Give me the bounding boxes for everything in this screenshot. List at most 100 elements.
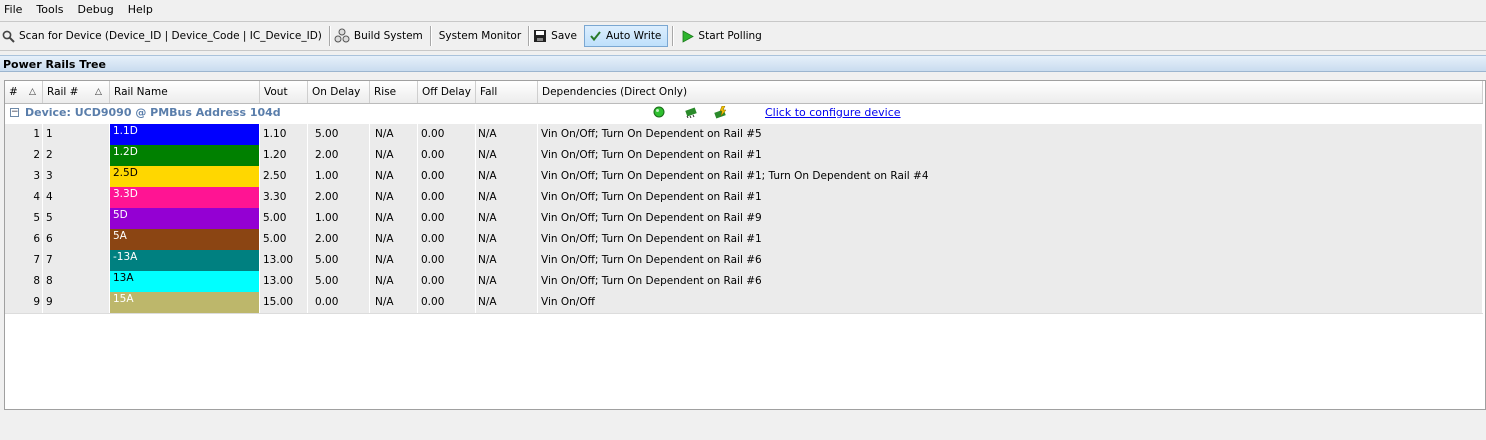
- table-row[interactable]: 3 3 2.5D 2.50 1.00 N/A 0.00 N/A Vin On/Off; Turn…: [5, 166, 1483, 188]
- rail-number-cell: 5: [43, 208, 110, 229]
- rise-cell: N/A: [370, 166, 418, 187]
- vout-cell: 15.00: [260, 292, 308, 313]
- vout-cell: 1.20: [260, 145, 308, 166]
- rail-name-cell[interactable]: 5A: [110, 229, 260, 250]
- fall-cell: N/A: [476, 292, 538, 313]
- scan-device-button[interactable]: Scan for Device (Device_ID | Device_Code…: [0, 25, 327, 47]
- table-row[interactable]: 1 1 1.1D 1.10 5.00 N/A 0.00 N/A Vin On/Off; Turn…: [5, 124, 1483, 146]
- row-number-cell: 7: [23, 250, 43, 271]
- toolbar-separator-line: [0, 50, 1486, 51]
- table-row[interactable]: 6 6 5A 5.00 2.00 N/A 0.00 N/A Vin On/Off; Turn O…: [5, 229, 1483, 251]
- row-number-cell: 5: [23, 208, 43, 229]
- status-green-icon[interactable]: [653, 106, 665, 118]
- system-monitor-label: System Monitor: [438, 30, 522, 42]
- menu-help[interactable]: Help: [124, 0, 159, 20]
- auto-write-label: Auto Write: [605, 30, 662, 42]
- rise-cell: N/A: [370, 292, 418, 313]
- off-delay-cell: 0.00: [418, 271, 476, 292]
- rail-name-cell[interactable]: 5D: [110, 208, 260, 229]
- header-rise[interactable]: Rise: [370, 81, 418, 103]
- table-row[interactable]: 2 2 1.2D 1.20 2.00 N/A 0.00 N/A Vin On/Off; Turn…: [5, 145, 1483, 167]
- on-delay-cell: 5.00: [308, 271, 370, 292]
- rail-number-cell: 6: [43, 229, 110, 250]
- header-rail-number[interactable]: Rail # △: [43, 81, 110, 103]
- on-delay-cell: 1.00: [308, 208, 370, 229]
- rail-name-cell[interactable]: 1.1D: [110, 124, 260, 145]
- rail-name-cell[interactable]: 15A: [110, 292, 260, 313]
- row-number-cell: 8: [23, 271, 43, 292]
- power-rails-grid: # △ Rail # △ Rail Name Vout On Delay Ris…: [4, 80, 1486, 410]
- rail-name-cell[interactable]: 3.3D: [110, 187, 260, 208]
- toolbar-separator: [528, 26, 530, 46]
- scan-device-label: Scan for Device (Device_ID | Device_Code…: [19, 30, 322, 42]
- rise-cell: N/A: [370, 229, 418, 250]
- header-dependencies[interactable]: Dependencies (Direct Only): [538, 81, 1483, 103]
- device-group-label: Device: UCD9090 @ PMBus Address 104d: [25, 106, 281, 119]
- header-fall[interactable]: Fall: [476, 81, 538, 103]
- sort-ascending-icon: △: [95, 87, 102, 97]
- off-delay-cell: 0.00: [418, 292, 476, 313]
- rise-cell: N/A: [370, 145, 418, 166]
- fall-cell: N/A: [476, 250, 538, 271]
- table-row[interactable]: 5 5 5D 5.00 1.00 N/A 0.00 N/A Vin On/Off; Turn O…: [5, 208, 1483, 230]
- fall-cell: N/A: [476, 208, 538, 229]
- table-row[interactable]: 7 7 -13A 13.00 5.00 N/A 0.00 N/A Vin On/Off; Tur…: [5, 250, 1483, 272]
- collapse-icon[interactable]: −: [10, 108, 19, 117]
- configure-device-link[interactable]: Click to configure device: [765, 106, 901, 119]
- vout-cell: 13.00: [260, 271, 308, 292]
- table-row[interactable]: 4 4 3.3D 3.30 2.00 N/A 0.00 N/A Vin On/Off; Turn…: [5, 187, 1483, 209]
- rail-name-cell[interactable]: -13A: [110, 250, 260, 271]
- chip-icon[interactable]: [684, 106, 698, 118]
- fall-cell: N/A: [476, 166, 538, 187]
- start-polling-button[interactable]: Start Polling: [675, 25, 766, 47]
- dependencies-cell: Vin On/Off; Turn On Dependent on Rail #6: [538, 250, 1483, 271]
- off-delay-cell: 0.00: [418, 208, 476, 229]
- off-delay-cell: 0.00: [418, 124, 476, 145]
- grid-header: # △ Rail # △ Rail Name Vout On Delay Ris…: [5, 81, 1483, 104]
- menu-file[interactable]: File: [0, 0, 28, 20]
- dependencies-cell: Vin On/Off; Turn On Dependent on Rail #1…: [538, 166, 1483, 187]
- save-button[interactable]: Save: [531, 25, 582, 47]
- header-rail-name[interactable]: Rail Name: [110, 81, 260, 103]
- build-system-icon: [334, 28, 350, 43]
- menu-tools[interactable]: Tools: [32, 0, 69, 20]
- build-system-button[interactable]: Build System: [332, 25, 428, 47]
- table-row[interactable]: 9 9 15A 15.00 0.00 N/A 0.00 N/A Vin On/Off: [5, 292, 1483, 314]
- dependencies-cell: Vin On/Off; Turn On Dependent on Rail #1: [538, 187, 1483, 208]
- rail-number-cell: 3: [43, 166, 110, 187]
- fall-cell: N/A: [476, 124, 538, 145]
- system-monitor-button[interactable]: System Monitor: [433, 25, 526, 47]
- fall-cell: N/A: [476, 145, 538, 166]
- auto-write-toggle[interactable]: Auto Write: [583, 25, 669, 47]
- sort-ascending-icon: △: [29, 87, 36, 97]
- rise-cell: N/A: [370, 124, 418, 145]
- dependencies-cell: Vin On/Off; Turn On Dependent on Rail #1: [538, 145, 1483, 166]
- start-polling-label: Start Polling: [698, 30, 762, 42]
- rail-number-cell: 4: [43, 187, 110, 208]
- header-on-delay[interactable]: On Delay: [308, 81, 370, 103]
- row-number-cell: 9: [23, 292, 43, 313]
- device-group-row[interactable]: − Device: UCD9090 @ PMBus Address 104d C…: [5, 104, 1483, 123]
- save-label: Save: [551, 30, 577, 42]
- rail-number-cell: 2: [43, 145, 110, 166]
- dependencies-cell: Vin On/Off; Turn On Dependent on Rail #1: [538, 229, 1483, 250]
- rail-name-cell[interactable]: 1.2D: [110, 145, 260, 166]
- grid-end-divider: [5, 313, 1483, 314]
- rise-cell: N/A: [370, 187, 418, 208]
- row-number-cell: 1: [23, 124, 43, 145]
- dependencies-cell: Vin On/Off; Turn On Dependent on Rail #6: [538, 271, 1483, 292]
- configure-chip-icon[interactable]: [714, 106, 728, 120]
- on-delay-cell: 2.00: [308, 187, 370, 208]
- on-delay-cell: 2.00: [308, 145, 370, 166]
- header-num[interactable]: # △: [5, 81, 43, 103]
- dependencies-cell: Vin On/Off; Turn On Dependent on Rail #9: [538, 208, 1483, 229]
- rail-name-cell[interactable]: 13A: [110, 271, 260, 292]
- menu-debug[interactable]: Debug: [74, 0, 120, 20]
- vout-cell: 5.00: [260, 229, 308, 250]
- table-row[interactable]: 8 8 13A 13.00 5.00 N/A 0.00 N/A Vin On/Off; Turn…: [5, 271, 1483, 293]
- header-vout[interactable]: Vout: [260, 81, 308, 103]
- on-delay-cell: 0.00: [308, 292, 370, 313]
- vout-cell: 13.00: [260, 250, 308, 271]
- rail-name-cell[interactable]: 2.5D: [110, 166, 260, 187]
- header-off-delay[interactable]: Off Delay: [418, 81, 476, 103]
